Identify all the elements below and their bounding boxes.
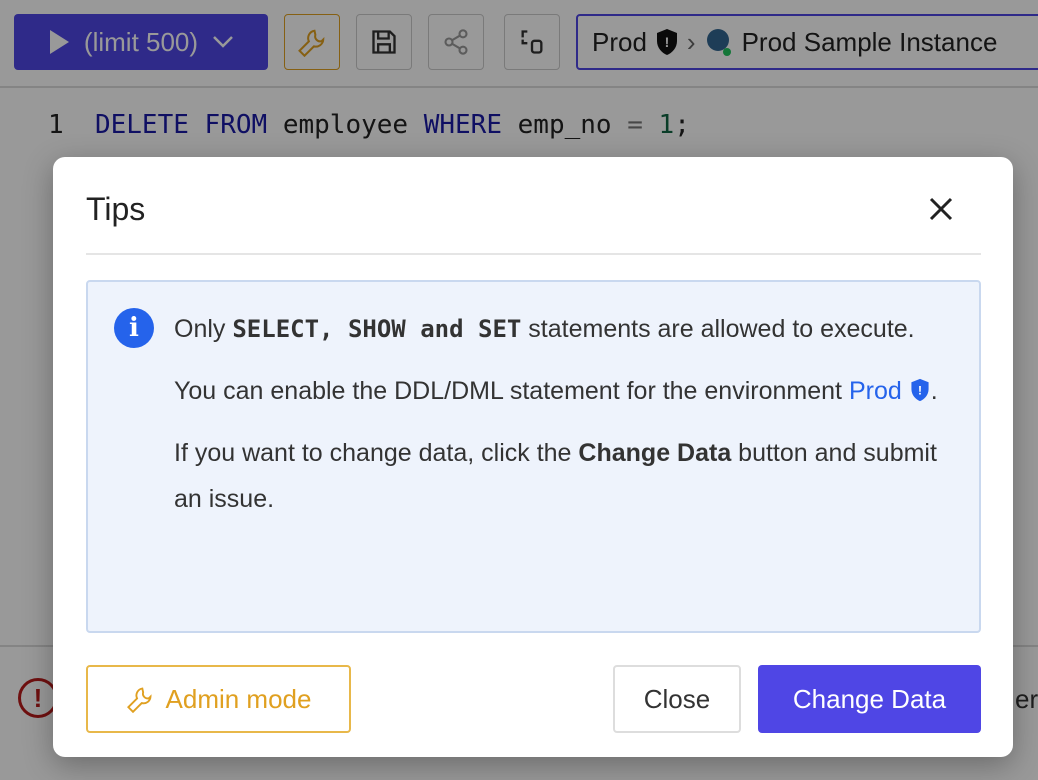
svg-text:!: ! [918,383,922,397]
allowed-statements: SELECT, SHOW and SET [232,315,522,343]
admin-mode-label: Admin mode [165,683,312,714]
info-paragraph: If you want to change data, click the Ch… [174,430,964,522]
info-icon: i [114,308,154,348]
text: . [930,377,938,405]
text: If you want to change data, click the [174,439,579,467]
text: statements are allowed to execute. [521,315,915,343]
divider [86,253,981,255]
tips-dialog: Tips i Only SELECT, SHOW and SET stateme… [53,157,1013,757]
shield-icon: ! [911,378,929,402]
change-data-button[interactable]: Change Data [758,665,981,733]
info-paragraph: Only SELECT, SHOW and SET statements are… [174,306,964,352]
info-paragraph: You can enable the DDL/DML statement for… [174,368,964,414]
bold-text: Change Data [578,439,732,467]
wrench-icon [126,687,152,713]
text: Only [174,315,233,343]
dialog-title: Tips [86,191,146,227]
info-box: i Only SELECT, SHOW and SET statements a… [86,280,981,633]
text: You can enable the DDL/DML statement for… [174,377,849,405]
admin-mode-button[interactable]: Admin mode [86,665,351,733]
close-button[interactable]: Close [613,665,741,733]
environment-link[interactable]: Prod [849,377,902,405]
close-icon[interactable] [925,193,957,225]
